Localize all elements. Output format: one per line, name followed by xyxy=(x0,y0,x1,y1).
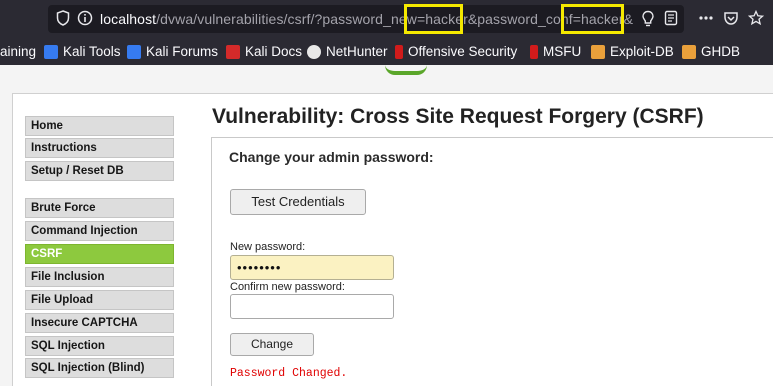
bookmark-exploit-db[interactable]: Exploit-DB xyxy=(591,42,674,62)
kali-docs-icon xyxy=(226,45,240,59)
menu-item-sql-injection[interactable]: SQL Injection xyxy=(25,336,174,356)
menu-item-instructions[interactable]: Instructions xyxy=(25,138,174,158)
bookmark-kali-tools[interactable]: Kali Tools xyxy=(44,42,121,62)
info-icon[interactable] xyxy=(76,10,94,28)
highlight-box-password-new xyxy=(404,4,463,34)
menu-item-brute-force[interactable]: Brute Force xyxy=(25,198,174,218)
highlight-box-password-conf xyxy=(561,4,624,34)
dvwa-page: Home Instructions Setup / Reset DB Brute… xyxy=(0,65,773,386)
kali-dragon-icon xyxy=(44,45,58,59)
menu-item-setup-reset-db[interactable]: Setup / Reset DB xyxy=(25,161,174,181)
offsec-icon xyxy=(530,45,538,59)
bookmark-kali-forums[interactable]: Kali Forums xyxy=(127,42,218,62)
bookmark-label: NetHunter xyxy=(326,44,388,59)
exploitdb-icon xyxy=(682,45,696,59)
bookmark-offensive-security[interactable]: Offensive Security xyxy=(395,42,517,62)
menu-item-insecure-captcha[interactable]: Insecure CAPTCHA xyxy=(25,313,174,333)
new-password-label: New password: xyxy=(230,241,306,253)
nethunter-icon xyxy=(307,45,321,59)
more-icon[interactable] xyxy=(697,10,715,28)
confirm-password-label: Confirm new password: xyxy=(230,281,345,293)
status-message: Password Changed. xyxy=(230,367,348,380)
lightbulb-icon[interactable] xyxy=(639,10,657,28)
page-title: Vulnerability: Cross Site Request Forger… xyxy=(212,105,704,128)
menu-item-home[interactable]: Home xyxy=(25,116,174,136)
new-password-field[interactable]: •••••••• xyxy=(230,255,394,280)
bookmark-label: GHDB xyxy=(701,44,741,59)
bookmark-label: MSFU xyxy=(543,44,582,59)
url-host: localhost xyxy=(100,11,157,27)
bookmark-label: Kali Tools xyxy=(63,44,121,59)
offsec-icon xyxy=(395,45,403,59)
exploitdb-icon xyxy=(591,45,605,59)
test-credentials-button[interactable]: Test Credentials xyxy=(230,189,366,215)
bookmarks-toolbar: aining Kali Tools Kali Forums Kali Docs … xyxy=(0,38,773,65)
bookmark-label: Kali Forums xyxy=(146,44,219,59)
url-text[interactable]: localhost/dvwa/vulnerabilities/csrf/?pas… xyxy=(100,10,633,28)
page-header xyxy=(0,65,773,93)
menu-item-sql-injection-blind[interactable]: SQL Injection (Blind) xyxy=(25,358,174,378)
bookmark-label: Kali Docs xyxy=(245,44,303,59)
menu-item-command-injection[interactable]: Command Injection xyxy=(25,221,174,241)
form-heading: Change your admin password: xyxy=(229,149,434,165)
browser-toolbar: localhost/dvwa/vulnerabilities/csrf/?pas… xyxy=(0,0,773,38)
kali-dragon-icon xyxy=(127,45,141,59)
url-bar[interactable]: localhost/dvwa/vulnerabilities/csrf/?pas… xyxy=(48,4,684,34)
bookmark-label: Exploit-DB xyxy=(610,44,674,59)
shield-icon[interactable] xyxy=(54,10,72,28)
confirm-password-field[interactable] xyxy=(230,294,394,319)
bookmark-kali-docs[interactable]: Kali Docs xyxy=(226,42,302,62)
menu-item-csrf[interactable]: CSRF xyxy=(25,244,174,264)
change-button[interactable]: Change xyxy=(230,333,314,356)
dvwa-logo-fragment xyxy=(385,65,427,75)
bookmark-label: aining xyxy=(0,44,37,59)
bookmark-nethunter[interactable]: NetHunter xyxy=(307,42,388,62)
menu-item-file-inclusion[interactable]: File Inclusion xyxy=(25,267,174,287)
menu-item-file-upload[interactable]: File Upload xyxy=(25,290,174,310)
bookmark-training[interactable]: aining xyxy=(0,42,36,62)
bookmark-label: Offensive Security xyxy=(408,44,518,59)
bookmark-ghdb[interactable]: GHDB xyxy=(682,42,740,62)
pocket-icon[interactable] xyxy=(722,10,740,28)
star-icon[interactable] xyxy=(747,9,765,28)
bookmark-msfu[interactable]: MSFU xyxy=(530,42,581,62)
reader-view-icon[interactable] xyxy=(662,10,680,28)
